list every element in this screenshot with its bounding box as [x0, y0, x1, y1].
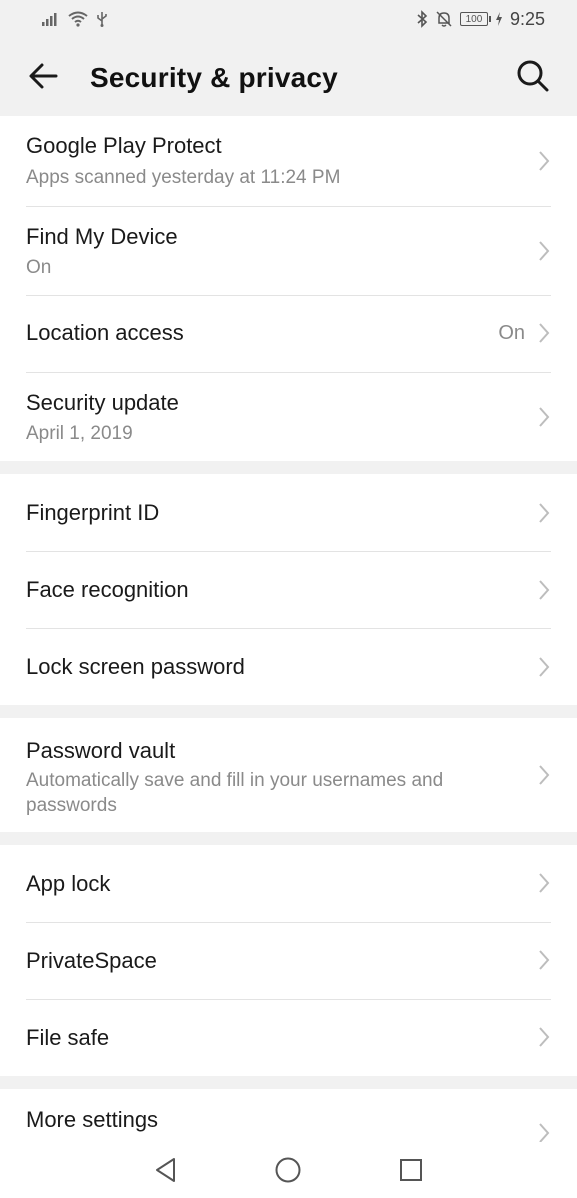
security-update-item[interactable]: Security update April 1, 2019 — [0, 372, 577, 461]
app-bar: Security & privacy — [0, 38, 577, 115]
find-my-device-item[interactable]: Find My Device On — [0, 206, 577, 295]
item-title: Google Play Protect — [26, 133, 222, 158]
search-icon[interactable] — [515, 58, 551, 94]
item-title: App lock — [26, 871, 111, 896]
wifi-icon — [68, 11, 88, 27]
chevron-right-icon — [539, 323, 550, 343]
item-subtitle: On — [26, 257, 52, 278]
chevron-right-icon — [539, 407, 550, 427]
google-play-protect-item[interactable]: Google Play Protect Apps scanned yesterd… — [0, 116, 577, 206]
item-title: Location access — [26, 320, 184, 345]
square-recents-icon[interactable] — [397, 1156, 425, 1184]
battery-icon: 100 — [459, 12, 491, 26]
face-recognition-item[interactable]: Face recognition — [0, 551, 577, 628]
password-vault-item[interactable]: Password vault Automatically save and fi… — [0, 718, 577, 832]
item-title: Security update — [26, 390, 179, 415]
chevron-right-icon — [539, 503, 550, 523]
status-right: 100 9:25 — [416, 9, 545, 30]
item-title: Face recognition — [26, 577, 189, 602]
chevron-right-icon — [539, 765, 550, 785]
notifications-off-icon — [436, 11, 452, 27]
circle-home-icon[interactable] — [274, 1156, 302, 1184]
location-access-item[interactable]: Location access On — [0, 295, 577, 372]
settings-group-biometrics: Fingerprint ID Face recognition Lock scr… — [0, 474, 577, 705]
chevron-right-icon — [539, 1123, 550, 1142]
settings-group-security: Google Play Protect Apps scanned yesterd… — [0, 116, 577, 461]
status-time: 9:25 — [509, 8, 545, 29]
item-title: Find My Device — [26, 224, 178, 249]
settings-group-private: App lock PrivateSpace File safe — [0, 845, 577, 1076]
item-title: Password vault — [26, 738, 176, 763]
item-title: More settings — [26, 1107, 159, 1132]
item-title: Fingerprint ID — [26, 500, 160, 525]
settings-group-password-vault: Password vault Automatically save and fi… — [0, 718, 577, 832]
item-title: File safe — [26, 1025, 110, 1050]
settings-group-more: More settings — [0, 1089, 577, 1142]
charging-icon — [495, 12, 502, 26]
item-subtitle: April 1, 2019 — [26, 423, 133, 444]
fingerprint-id-item[interactable]: Fingerprint ID — [0, 474, 577, 551]
page-title: Security & privacy — [90, 62, 338, 93]
triangle-back-icon[interactable] — [152, 1156, 180, 1184]
chevron-right-icon — [539, 873, 550, 893]
item-title: Lock screen password — [26, 654, 245, 679]
item-subtitle: Automatically save and fill in your user… — [26, 770, 444, 816]
chevron-right-icon — [539, 950, 550, 970]
chevron-right-icon — [539, 151, 550, 171]
lock-screen-password-item[interactable]: Lock screen password — [0, 628, 577, 705]
bluetooth-icon — [417, 10, 428, 28]
more-settings-item[interactable]: More settings — [0, 1089, 577, 1142]
privatespace-item[interactable]: PrivateSpace — [0, 922, 577, 999]
usb-icon — [97, 12, 107, 27]
item-subtitle: Apps scanned yesterday at 11:24 PM — [26, 167, 341, 188]
signal-icon — [42, 13, 57, 26]
item-value: On — [498, 322, 525, 344]
chevron-right-icon — [539, 241, 550, 261]
status-left — [42, 11, 108, 27]
chevron-right-icon — [539, 657, 550, 677]
system-nav-bar — [0, 1142, 577, 1198]
status-bar: 100 9:25 — [0, 0, 577, 38]
file-safe-item[interactable]: File safe — [0, 999, 577, 1076]
item-title: PrivateSpace — [26, 948, 157, 973]
chevron-right-icon — [539, 1027, 550, 1047]
app-lock-item[interactable]: App lock — [0, 845, 577, 922]
chevron-right-icon — [539, 580, 550, 600]
back-arrow-icon[interactable] — [26, 58, 62, 94]
